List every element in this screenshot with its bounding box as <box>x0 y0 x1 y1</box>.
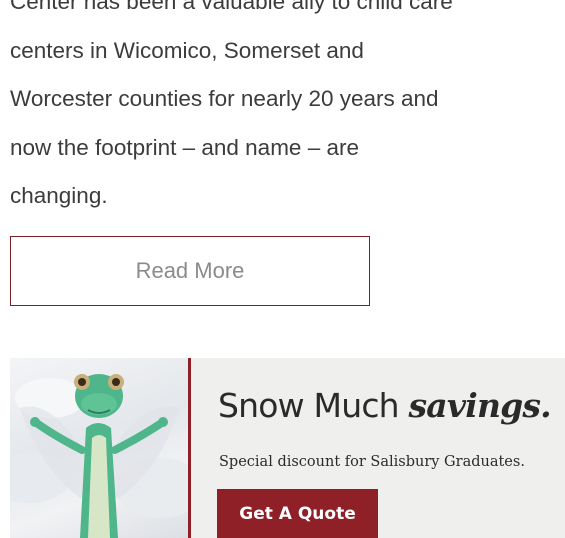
get-a-quote-button[interactable]: Get A Quote <box>217 489 378 538</box>
excerpt-line: Worcester counties for nearly 20 years a… <box>10 86 439 111</box>
excerpt-line: now the footprint – and name – are <box>10 134 359 160</box>
ad-headline: Snow Much savings. <box>218 386 552 425</box>
read-more-button[interactable]: Read More <box>10 236 370 306</box>
excerpt-line: changing. <box>10 183 108 208</box>
excerpt-line: centers in Wicomico, Somerset and <box>10 37 364 63</box>
ad-divider <box>188 358 191 538</box>
gecko-snow-angel-illustration[interactable] <box>10 358 205 538</box>
excerpt-line: Center has been a valuable ally to child… <box>10 0 453 14</box>
ad-banner[interactable]: Snow Much savings. Special discount for … <box>10 358 565 538</box>
ad-headline-plain: Snow Much <box>218 386 409 425</box>
ad-subtext: Special discount for Salisbury Graduates… <box>219 454 525 470</box>
article-excerpt: Center has been a valuable ally to child… <box>10 0 560 221</box>
ad-headline-emphasis: savings. <box>408 386 551 425</box>
